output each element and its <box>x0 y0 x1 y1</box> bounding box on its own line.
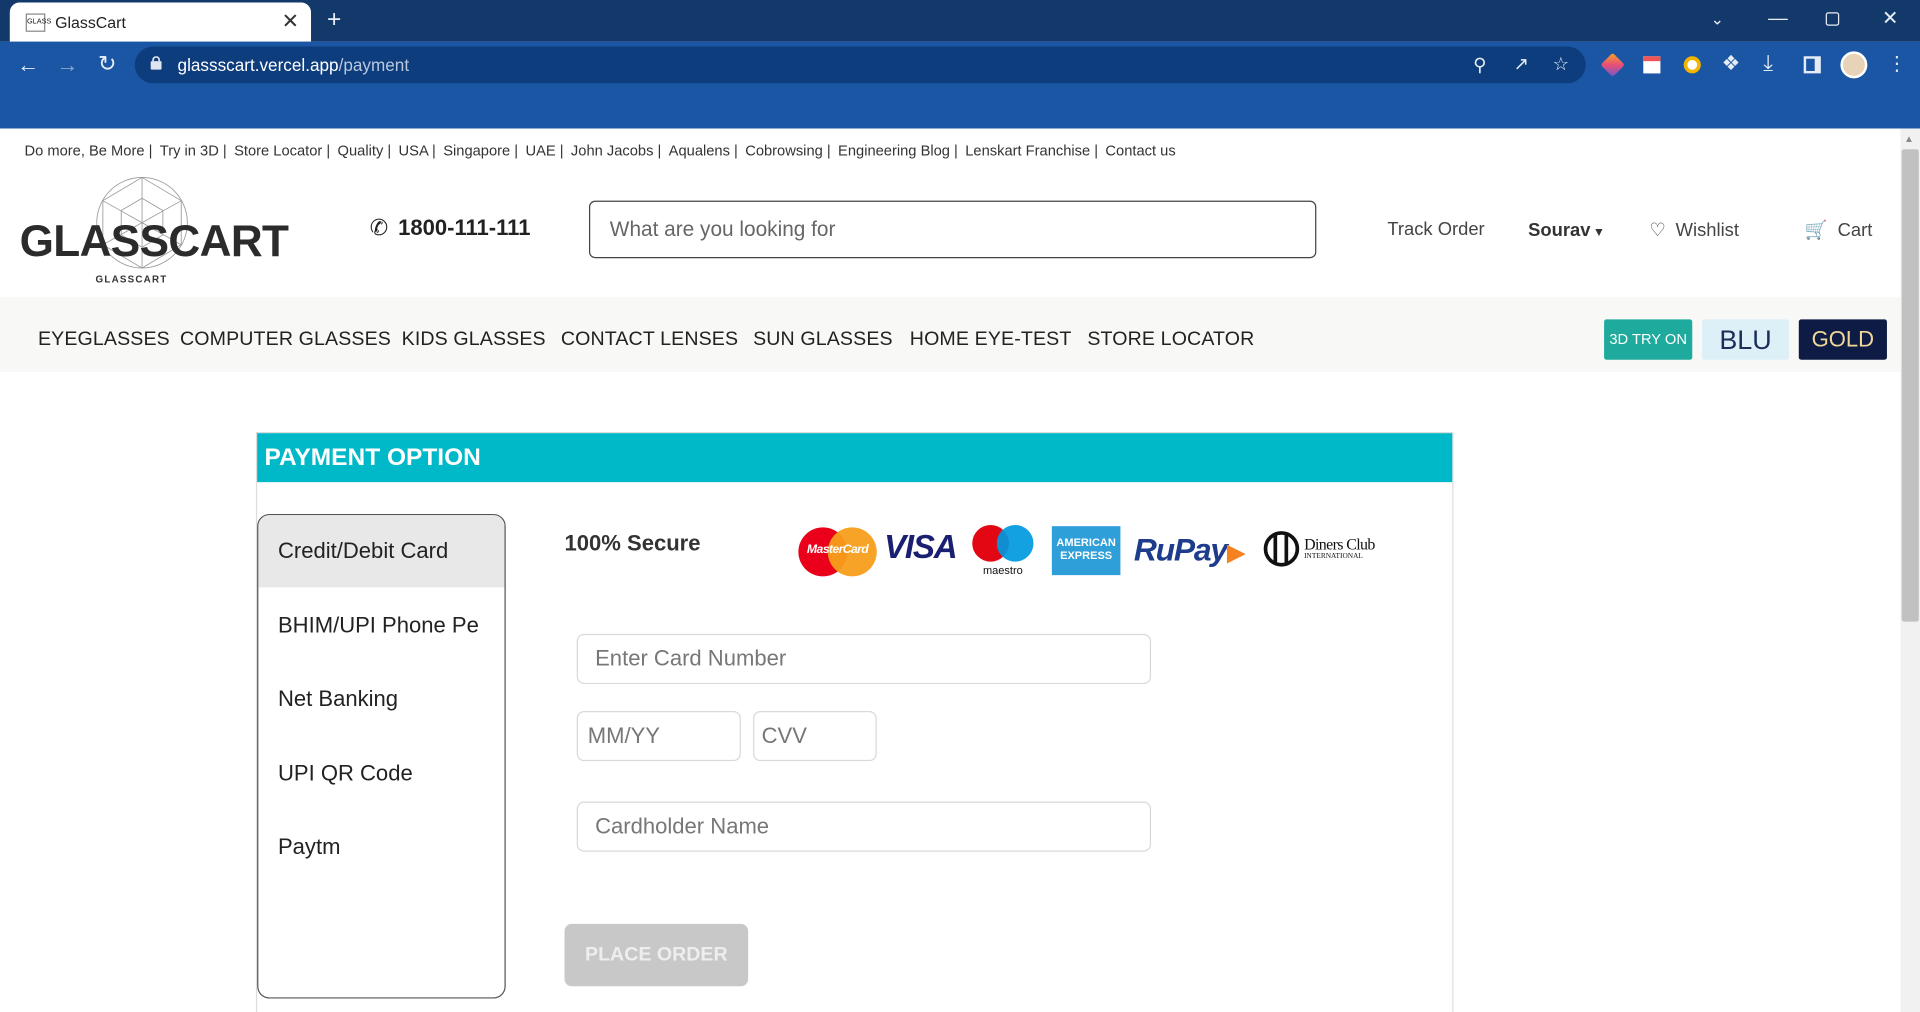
caret-down-icon: ▼ <box>1592 226 1606 240</box>
calendar-extension-icon[interactable] <box>1643 56 1661 74</box>
mastercard-logo: MasterCard <box>798 525 881 579</box>
side-panel-icon[interactable] <box>1803 56 1821 74</box>
tab-favicon-icon: GLASS <box>25 13 51 32</box>
address-bar[interactable]: glassscart.vercel.app/payment ⚲ ↗ ☆ <box>134 46 1586 84</box>
payment-option-upi-qr-code[interactable]: UPI QR Code <box>258 737 504 809</box>
category-store-locator[interactable]: STORE LOCATOR <box>1087 329 1254 351</box>
top-link[interactable]: Cobrowsing | <box>745 142 831 159</box>
top-link[interactable]: Quality | <box>338 142 392 159</box>
top-link[interactable]: Engineering Blog | <box>838 142 958 159</box>
chrome-menu-icon[interactable]: ⋮ <box>1887 51 1907 75</box>
rupay-logo: RuPay▶ <box>1133 531 1246 568</box>
cvv-input[interactable] <box>753 710 877 762</box>
payment-option-credit-debit-card[interactable]: Credit/Debit Card <box>258 515 505 588</box>
scroll-up-arrow-icon[interactable]: ▲ <box>1904 133 1914 144</box>
back-icon[interactable]: ← <box>17 53 39 79</box>
chrome-extension-icon[interactable] <box>1683 56 1701 74</box>
category-sun-glasses[interactable]: SUN GLASSES <box>753 329 893 351</box>
top-link[interactable]: Do more, Be More | <box>24 142 152 159</box>
blu-button[interactable]: BLU <box>1702 319 1789 360</box>
expiry-input[interactable] <box>576 710 741 762</box>
top-link[interactable]: John Jacobs | <box>571 142 661 159</box>
top-link[interactable]: Store Locator | <box>234 142 330 159</box>
new-tab-icon[interactable]: + <box>327 7 341 31</box>
heart-icon: ♡ <box>1649 220 1666 242</box>
payment-option-net-banking[interactable]: Net Banking <box>258 663 504 735</box>
category-contact-lenses[interactable]: CONTACT LENSES <box>561 329 738 351</box>
minimize-icon[interactable]: — <box>1768 9 1788 30</box>
card-number-input[interactable] <box>576 633 1152 685</box>
top-link[interactable]: Try in 3D | <box>160 142 227 159</box>
logo-subtext: GLASSCART <box>95 274 168 286</box>
track-order-link[interactable]: Track Order <box>1387 219 1484 240</box>
profile-avatar[interactable] <box>1840 51 1868 79</box>
key-icon[interactable]: ⚲ <box>1473 54 1486 76</box>
browser-toolbar: ← → ↻ glassscart.vercel.app/payment ⚲ ↗ … <box>0 41 1920 129</box>
restore-icon[interactable] <box>1825 12 1840 26</box>
tab-close-icon[interactable]: ✕ <box>282 10 299 34</box>
phone-icon: ✆ <box>369 215 389 240</box>
phone-number[interactable]: ✆ 1800-111-111 <box>370 215 531 241</box>
gold-button[interactable]: GOLD <box>1798 319 1887 360</box>
reload-icon[interactable]: ↻ <box>98 51 116 77</box>
top-link[interactable]: Lenskart Franchise | <box>965 142 1098 159</box>
secure-label: 100% Secure <box>564 531 701 556</box>
top-link[interactable]: Contact us <box>1105 142 1175 159</box>
lock-icon <box>150 56 162 70</box>
cart-icon: 🛒 <box>1804 220 1828 242</box>
pen-extension-icon[interactable] <box>1600 52 1625 77</box>
place-order-button[interactable]: PLACE ORDER <box>564 923 749 987</box>
tab-search-chevron-icon[interactable]: ⌄ <box>1711 10 1724 30</box>
payment-title: PAYMENT OPTION <box>257 433 1453 483</box>
maestro-logo: maestro <box>970 524 1039 579</box>
payment-panel: PAYMENT OPTION Credit/Debit Card BHIM/UPI… <box>255 431 1454 1012</box>
url-text: glassscart.vercel.app/payment <box>177 55 410 75</box>
category-computer-glasses[interactable]: COMPUTER GLASSES <box>180 329 391 351</box>
tab-title: GlassCart <box>55 13 126 32</box>
category-eyeglasses[interactable]: EYEGLASSES <box>38 329 170 351</box>
category-kids-glasses[interactable]: KIDS GLASSES <box>402 329 546 351</box>
payment-methods-list: Credit/Debit Card BHIM/UPI Phone Pe Net Ba… <box>257 513 506 999</box>
top-link[interactable]: Aqualens | <box>669 142 738 159</box>
3d-try-on-button[interactable]: 3D TRY ON <box>1604 319 1693 360</box>
user-menu[interactable]: Sourav ▼ <box>1528 220 1605 241</box>
glasscart-logo[interactable]: GLASSCART GLASSCART <box>20 174 289 287</box>
close-window-icon[interactable]: ✕ <box>1882 9 1898 30</box>
scrollbar-thumb[interactable] <box>1901 149 1919 622</box>
diners-club-logo: Diners Club INTERNATIONAL <box>1263 531 1386 570</box>
top-link[interactable]: Singapore | <box>443 142 518 159</box>
top-link[interactable]: USA | <box>399 142 436 159</box>
search-input[interactable] <box>588 200 1317 259</box>
top-links-bar: Do more, Be More | Try in 3D | Store Locat… <box>24 142 1183 159</box>
extensions-puzzle-icon[interactable]: ❖ <box>1722 51 1741 75</box>
visa-logo: VISA <box>884 528 958 566</box>
browser-tab-bar: GLASS GlassCart ✕ + ⌄ — ✕ <box>0 0 1920 42</box>
cardholder-name-input[interactable] <box>576 801 1152 852</box>
category-home-eye-test[interactable]: HOME EYE-TEST <box>910 329 1072 351</box>
share-icon[interactable]: ↗ <box>1513 53 1528 75</box>
payment-option-bhim-upi-phone-pe[interactable]: BHIM/UPI Phone Pe <box>258 589 504 661</box>
bookmark-star-icon[interactable]: ☆ <box>1553 53 1569 75</box>
top-link[interactable]: UAE | <box>525 142 563 159</box>
forward-icon[interactable]: → <box>56 53 78 79</box>
cart-link[interactable]: 🛒 Cart <box>1805 219 1872 241</box>
logo-wordmark: GLASSCART <box>19 215 289 266</box>
wishlist-link[interactable]: ♡ Wishlist <box>1649 219 1739 241</box>
browser-tab[interactable]: GLASS GlassCart ✕ <box>9 2 312 42</box>
download-icon[interactable]: ⤓ <box>1763 50 1773 76</box>
payment-option-paytm[interactable]: Paytm <box>258 811 504 883</box>
amex-logo: AMERICAN EXPRESS <box>1051 526 1121 576</box>
